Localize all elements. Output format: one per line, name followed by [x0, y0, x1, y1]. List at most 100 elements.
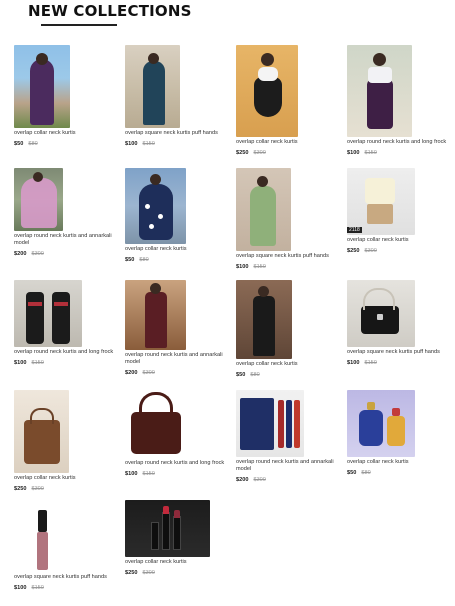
- product-name[interactable]: overlap round neck kurtis and annarkali …: [125, 352, 225, 366]
- product-name[interactable]: overlap square neck kurtis puff hands: [236, 253, 336, 260]
- product-image[interactable]: [236, 168, 291, 251]
- product-prices: $200 $300: [236, 477, 336, 483]
- product-old-price: $150: [142, 141, 155, 147]
- product-card[interactable]: overlap square neck kurtis puff hands $1…: [125, 45, 225, 147]
- product-card[interactable]: overlap round neck kurtis and annarkali …: [236, 390, 336, 483]
- product-name[interactable]: overlap round neck kurtis and long frock: [14, 349, 114, 356]
- product-old-price: $300: [31, 251, 44, 257]
- product-price: $50: [347, 470, 357, 476]
- product-price: $100: [347, 150, 360, 156]
- product-price: $100: [14, 585, 27, 591]
- product-card[interactable]: overlap collar neck kurtis $50 $80: [347, 390, 447, 476]
- product-card[interactable]: overlap square neck kurtis puff hands $1…: [14, 508, 114, 591]
- product-price: $200: [236, 477, 249, 483]
- product-prices: $100 $150: [14, 585, 114, 591]
- product-name[interactable]: overlap collar neck kurtis: [347, 237, 447, 244]
- product-image[interactable]: [14, 45, 70, 128]
- product-prices: $50 $80: [347, 470, 447, 476]
- product-prices: $50 $80: [236, 372, 336, 378]
- product-name[interactable]: overlap collar neck kurtis: [14, 475, 114, 482]
- product-prices: $200 $300: [125, 370, 225, 376]
- product-image[interactable]: [125, 168, 186, 244]
- product-name[interactable]: overlap square neck kurtis puff hands: [347, 349, 447, 356]
- product-old-price: $150: [31, 585, 44, 591]
- product-price: $100: [347, 360, 360, 366]
- product-image[interactable]: 2118: [347, 168, 415, 235]
- product-name[interactable]: overlap round neck kurtis and long frock: [347, 139, 447, 146]
- product-old-price: $150: [364, 360, 377, 366]
- product-price: $250: [236, 150, 249, 156]
- product-prices: $100 $150: [125, 141, 225, 147]
- product-image[interactable]: [236, 390, 304, 457]
- product-name[interactable]: overlap collar neck kurtis: [347, 459, 447, 466]
- product-card[interactable]: overlap round neck kurtis and annarkali …: [125, 280, 225, 376]
- product-price: $100: [236, 264, 249, 270]
- product-image[interactable]: [125, 45, 180, 128]
- product-name[interactable]: overlap round neck kurtis and annarkali …: [14, 233, 114, 247]
- product-price: $200: [14, 251, 27, 257]
- product-price: $100: [125, 471, 138, 477]
- product-prices: $100 $150: [125, 471, 225, 477]
- product-image[interactable]: [125, 390, 187, 458]
- product-name[interactable]: overlap collar neck kurtis: [14, 130, 114, 137]
- product-card[interactable]: overlap round neck kurtis and long frock…: [125, 390, 225, 477]
- product-name[interactable]: overlap round neck kurtis and long frock: [125, 460, 225, 467]
- product-name[interactable]: overlap collar neck kurtis: [125, 246, 225, 253]
- product-old-price: $80: [139, 257, 149, 263]
- product-image[interactable]: [14, 390, 69, 473]
- product-old-price: $150: [364, 150, 377, 156]
- product-name[interactable]: overlap collar neck kurtis: [125, 559, 225, 566]
- title-underline: [41, 24, 117, 26]
- section-header: NEW COLLECTIONS: [28, 2, 192, 26]
- product-old-price: $300: [142, 570, 155, 576]
- product-price: $250: [125, 570, 138, 576]
- product-old-price: $80: [250, 372, 260, 378]
- product-old-price: $150: [31, 360, 44, 366]
- product-old-price: $300: [253, 150, 266, 156]
- product-card[interactable]: overlap square neck kurtis puff hands $1…: [236, 168, 336, 270]
- product-card[interactable]: overlap round neck kurtis and annarkali …: [14, 168, 114, 257]
- product-image[interactable]: [125, 280, 186, 350]
- product-name[interactable]: overlap round neck kurtis and annarkali …: [236, 459, 336, 473]
- product-card[interactable]: overlap collar neck kurtis $50 $80: [14, 45, 114, 147]
- product-name[interactable]: overlap square neck kurtis puff hands: [14, 574, 114, 581]
- product-image[interactable]: [347, 45, 412, 137]
- product-name[interactable]: overlap collar neck kurtis: [236, 139, 336, 146]
- product-prices: $250 $300: [347, 248, 447, 254]
- product-prices: $100 $150: [347, 150, 447, 156]
- product-prices: $100 $150: [236, 264, 336, 270]
- product-name[interactable]: overlap collar neck kurtis: [236, 361, 336, 368]
- product-card[interactable]: overlap round neck kurtis and long frock…: [347, 45, 447, 156]
- product-card[interactable]: overlap collar neck kurtis $250 $300: [125, 500, 225, 576]
- product-card[interactable]: overlap round neck kurtis and long frock…: [14, 280, 114, 366]
- product-old-price: $80: [361, 470, 371, 476]
- product-card[interactable]: overlap collar neck kurtis $50 $80: [125, 168, 225, 263]
- product-prices: $250 $300: [125, 570, 225, 576]
- product-price: $250: [14, 486, 27, 492]
- product-prices: $50 $80: [14, 141, 114, 147]
- product-prices: $50 $80: [125, 257, 225, 263]
- product-card[interactable]: overlap collar neck kurtis $50 $80: [236, 280, 336, 378]
- product-prices: $100 $150: [14, 360, 114, 366]
- product-prices: $250 $300: [14, 486, 114, 492]
- product-image[interactable]: [347, 280, 415, 347]
- section-title: NEW COLLECTIONS: [28, 2, 192, 20]
- product-prices: $200 $300: [14, 251, 114, 257]
- product-image[interactable]: [14, 168, 63, 231]
- product-card[interactable]: overlap collar neck kurtis $250 $300: [236, 45, 336, 156]
- product-image[interactable]: [236, 45, 298, 137]
- product-old-price: $300: [142, 370, 155, 376]
- product-card[interactable]: overlap square neck kurtis puff hands $1…: [347, 280, 447, 366]
- product-name[interactable]: overlap square neck kurtis puff hands: [125, 130, 225, 137]
- product-old-price: $150: [253, 264, 266, 270]
- product-image[interactable]: [14, 508, 69, 572]
- product-old-price: $300: [253, 477, 266, 483]
- product-image[interactable]: [236, 280, 292, 359]
- product-old-price: $80: [28, 141, 38, 147]
- product-image[interactable]: [14, 280, 82, 347]
- product-price: $50: [125, 257, 135, 263]
- product-image[interactable]: [125, 500, 210, 557]
- product-card[interactable]: overlap collar neck kurtis $250 $300: [14, 390, 114, 492]
- product-card[interactable]: 2118 overlap collar neck kurtis $250 $300: [347, 168, 447, 254]
- product-image[interactable]: [347, 390, 415, 457]
